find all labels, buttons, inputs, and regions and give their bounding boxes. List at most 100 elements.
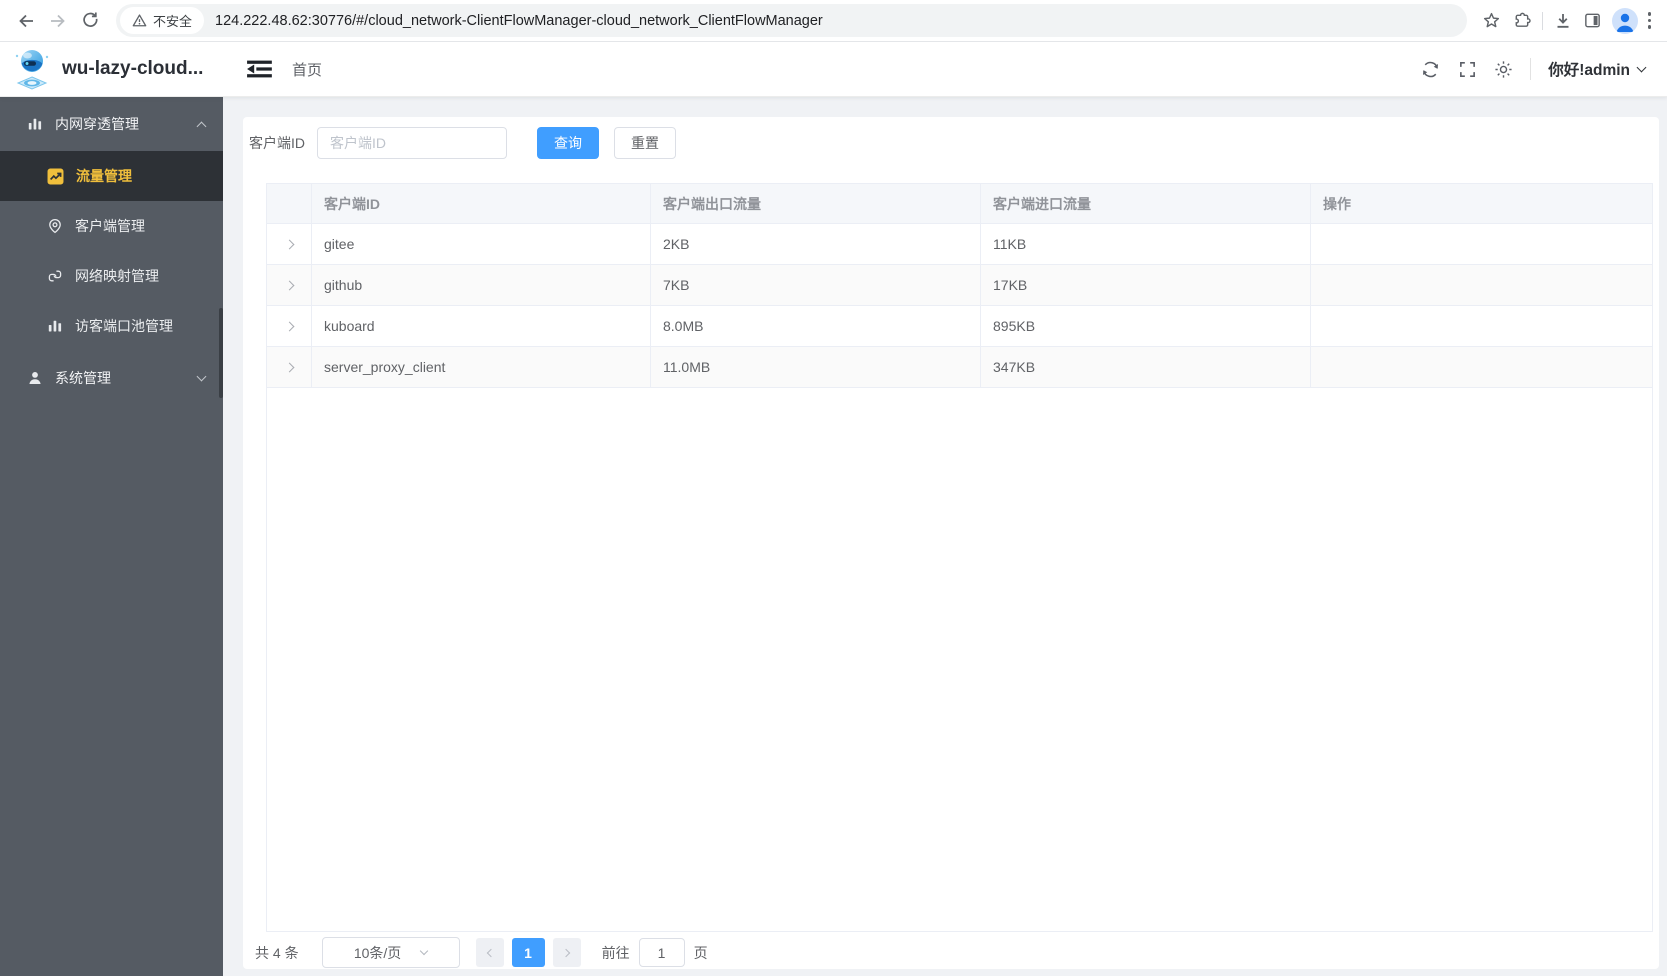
refresh-icon xyxy=(1420,59,1441,80)
profile-icon xyxy=(1612,8,1638,34)
expand-cell[interactable] xyxy=(267,224,312,265)
client-id-cell: github xyxy=(312,265,651,306)
header-divider xyxy=(1530,58,1532,80)
security-chip[interactable]: 不安全 xyxy=(120,7,205,34)
table-header-row: 客户端ID 客户端出口流量 客户端进口流量 操作 xyxy=(267,184,1652,224)
column-header-outflow: 客户端出口流量 xyxy=(651,184,981,224)
expand-column-header xyxy=(267,184,312,224)
expand-row-icon xyxy=(284,321,294,331)
inflow-cell: 347KB xyxy=(981,347,1311,388)
browser-menu-button[interactable] xyxy=(1642,6,1658,35)
warning-icon xyxy=(132,13,147,28)
pagination: 共 4 条 10条/页 1 前往 页 xyxy=(255,937,1659,968)
extensions-button[interactable] xyxy=(1507,6,1537,36)
sidebar-item-flow-manage[interactable]: 流量管理 xyxy=(0,151,223,201)
address-bar[interactable]: 不安全 124.222.48.62:30776/#/cloud_network-… xyxy=(116,4,1467,37)
bookmark-button[interactable] xyxy=(1477,6,1507,36)
next-page-button[interactable] xyxy=(552,938,581,967)
sidebar: 内网穿透管理 流量管理 客户端管理 网络映射管理 访客端口池管理 系统管理 xyxy=(0,97,223,976)
outflow-cell: 2KB xyxy=(651,224,981,265)
fullscreen-icon xyxy=(1458,60,1477,79)
expand-cell[interactable] xyxy=(267,347,312,388)
bookmark-star-icon xyxy=(1482,11,1501,30)
outflow-cell: 7KB xyxy=(651,265,981,306)
prev-page-button[interactable] xyxy=(475,938,504,967)
sidebar-item-network-mapping-manage[interactable]: 网络映射管理 xyxy=(0,251,223,301)
toolbar-divider xyxy=(1541,11,1543,30)
page-unit-label: 页 xyxy=(693,944,708,961)
content-card: 客户端ID 查询 重置 客户端ID 客户端出口流量 客户端进口流量 操作 git… xyxy=(243,117,1659,969)
fullscreen-button[interactable] xyxy=(1458,60,1477,79)
expand-row-icon xyxy=(284,362,294,372)
table-row[interactable]: server_proxy_client 11.0MB 347KB xyxy=(267,347,1652,388)
goto-page-input[interactable] xyxy=(638,938,685,967)
caret-down-icon xyxy=(196,371,207,381)
caret-up-icon xyxy=(196,121,207,131)
actions-cell xyxy=(1311,224,1652,265)
table-row[interactable]: kuboard 8.0MB 895KB xyxy=(267,306,1652,347)
app-header: wu-lazy-cloud... 首页 你好!admin xyxy=(0,42,1667,97)
client-id-input[interactable] xyxy=(317,127,507,159)
select-caret-icon xyxy=(420,946,429,955)
reset-button[interactable]: 重置 xyxy=(614,127,676,159)
menu-dots-icon xyxy=(1647,12,1651,29)
client-id-label: 客户端ID xyxy=(249,135,305,151)
theme-icon xyxy=(1494,60,1513,79)
browser-toolbar: 不安全 124.222.48.62:30776/#/cloud_network-… xyxy=(0,0,1667,42)
page-size-value: 10条/页 xyxy=(353,944,402,961)
reload-button[interactable] xyxy=(74,5,106,37)
user-icon xyxy=(27,370,43,386)
expand-cell[interactable] xyxy=(267,265,312,306)
inflow-cell: 17KB xyxy=(981,265,1311,306)
expand-row-icon xyxy=(284,280,294,290)
forward-icon xyxy=(48,11,68,31)
logo-icon xyxy=(13,48,51,90)
app-title: wu-lazy-cloud... xyxy=(62,58,204,79)
back-button[interactable] xyxy=(10,5,42,37)
inflow-cell: 895KB xyxy=(981,306,1311,347)
search-button[interactable]: 查询 xyxy=(537,127,599,159)
sidebar-group-system[interactable]: 系统管理 xyxy=(0,351,223,405)
bar-chart-icon xyxy=(47,318,63,334)
expand-cell[interactable] xyxy=(267,306,312,347)
sidebar-item-visitor-port-pool-manage[interactable]: 访客端口池管理 xyxy=(0,301,223,351)
sidebar-group-intranet[interactable]: 内网穿透管理 xyxy=(0,97,223,151)
sidebar-fold-button[interactable] xyxy=(246,58,274,80)
column-header-client-id: 客户端ID xyxy=(312,184,651,224)
expand-row-icon xyxy=(284,239,294,249)
theme-toggle-button[interactable] xyxy=(1494,60,1513,79)
column-header-actions: 操作 xyxy=(1311,184,1652,224)
sidebar-item-label: 访客端口池管理 xyxy=(75,318,173,334)
security-label: 不安全 xyxy=(153,14,193,29)
sidebar-item-client-manage[interactable]: 客户端管理 xyxy=(0,201,223,251)
greeting-text: 你好!admin xyxy=(1548,62,1630,79)
pagination-total: 共 4 条 xyxy=(255,944,299,961)
table-row[interactable]: github 7KB 17KB xyxy=(267,265,1652,306)
sidebar-item-label: 客户端管理 xyxy=(75,218,145,234)
actions-cell xyxy=(1311,306,1652,347)
chevron-right-icon xyxy=(561,948,570,957)
client-id-cell: gitee xyxy=(312,224,651,265)
column-header-inflow: 客户端进口流量 xyxy=(981,184,1311,224)
goto-label: 前往 xyxy=(601,944,630,961)
inflow-cell: 11KB xyxy=(981,224,1311,265)
page-size-select[interactable]: 10条/页 xyxy=(321,937,460,968)
actions-cell xyxy=(1311,347,1652,388)
trend-chart-icon xyxy=(47,168,64,185)
current-page-button[interactable]: 1 xyxy=(511,938,545,967)
main-content: 客户端ID 查询 重置 客户端ID 客户端出口流量 客户端进口流量 操作 git… xyxy=(223,97,1667,976)
url-text: 124.222.48.62:30776/#/cloud_network-Clie… xyxy=(215,12,823,29)
client-id-cell: server_proxy_client xyxy=(312,347,651,388)
sidebar-group-label: 内网穿透管理 xyxy=(55,116,139,132)
browser-profile-button[interactable] xyxy=(1611,7,1638,34)
fold-icon xyxy=(246,58,274,80)
downloads-button[interactable] xyxy=(1548,6,1578,36)
refresh-button[interactable] xyxy=(1420,59,1441,80)
forward-button[interactable] xyxy=(42,5,74,37)
side-panel-icon xyxy=(1583,11,1602,30)
table-row[interactable]: gitee 2KB 11KB xyxy=(267,224,1652,265)
map-pin-icon xyxy=(47,218,63,234)
side-panel-button[interactable] xyxy=(1578,6,1608,36)
breadcrumb[interactable]: 首页 xyxy=(292,59,322,80)
user-menu[interactable]: 你好!admin xyxy=(1548,58,1647,80)
